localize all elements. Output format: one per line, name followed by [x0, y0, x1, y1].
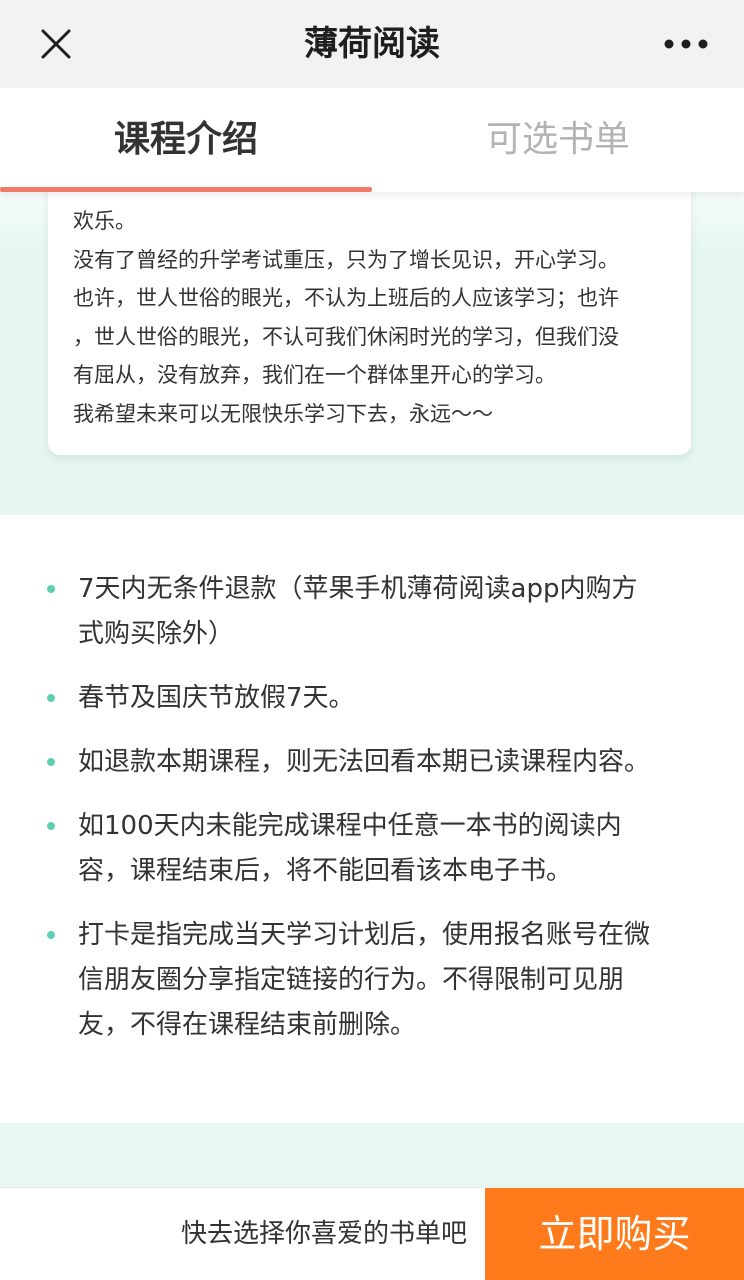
bullet-dot — [47, 931, 55, 939]
tab-course-intro[interactable]: 课程介绍 — [0, 88, 372, 192]
testimonial-line: 我希望未来可以无限快乐学习下去，永远～～ — [73, 401, 493, 426]
rule-line: 春节及国庆节放假7天。 — [78, 683, 355, 713]
bottom-action-bar: 快去选择你喜爱的书单吧 立即购买 — [0, 1187, 744, 1280]
more-button[interactable] — [656, 24, 716, 64]
bullet-dot — [47, 758, 55, 766]
testimonial-section: 欢乐。 没有了曾经的升学考试重压，只为了增长见识，开心学习。 也许，世人世俗的眼… — [0, 192, 744, 515]
buy-now-button[interactable]: 立即购买 — [485, 1188, 744, 1280]
list-item: 打卡是指完成当天学习计划后，使用报名账号在微 信朋友圈分享指定链接的行为。不得限… — [0, 913, 744, 1048]
book-list-hint[interactable]: 快去选择你喜爱的书单吧 — [0, 1188, 485, 1280]
testimonial-line: 欢乐。 — [73, 209, 136, 233]
list-item: 7天内无条件退款（苹果手机薄荷阅读app内购方 式购买除外） — [0, 567, 744, 657]
rule-line: 式购买除外） — [78, 619, 235, 649]
bullet-dot — [47, 694, 55, 702]
bullet-dot — [47, 822, 55, 830]
testimonial-card: 欢乐。 没有了曾经的升学考试重压，只为了增长见识，开心学习。 也许，世人世俗的眼… — [48, 192, 691, 455]
testimonial-line: 有屈从，没有放弃，我们在一个群体里开心的学习。 — [73, 363, 556, 387]
active-tab-indicator — [0, 187, 372, 192]
testimonial-line: 没有了曾经的升学考试重压，只为了增长见识，开心学习。 — [73, 247, 619, 272]
tab-book-list[interactable]: 可选书单 — [372, 88, 744, 192]
bullet-dot — [47, 585, 55, 593]
rule-line: 如100天内未能完成课程中任意一本书的阅读内 — [78, 811, 622, 841]
rule-line: 容，课程结束后，将不能回看该本电子书。 — [78, 856, 573, 886]
rule-line: 友，不得在课程结束前删除。 — [78, 1010, 417, 1040]
rule-line: 信朋友圈分享指定链接的行为。不得限制可见朋 — [78, 965, 625, 995]
rule-line: 如退款本期课程，则无法回看本期已读课程内容。 — [78, 747, 651, 777]
list-item: 春节及国庆节放假7天。 — [0, 676, 744, 721]
testimonial-line: 也许，世人世俗的眼光，不认为上班后的人应该学习；也许 — [73, 286, 619, 310]
rule-line: 7天内无条件退款（苹果手机薄荷阅读app内购方 — [78, 574, 638, 604]
page-title: 薄荷阅读 — [304, 24, 440, 64]
rule-line: 打卡是指完成当天学习计划后，使用报名账号在微 — [78, 920, 651, 950]
rules-list: 7天内无条件退款（苹果手机薄荷阅读app内购方 式购买除外） 春节及国庆节放假7… — [0, 515, 744, 1123]
list-item: 如100天内未能完成课程中任意一本书的阅读内 容，课程结束后，将不能回看该本电子… — [0, 804, 744, 894]
list-item: 如退款本期课程，则无法回看本期已读课程内容。 — [0, 740, 744, 785]
more-icon — [664, 39, 708, 49]
navbar: 薄荷阅读 — [0, 0, 744, 88]
bottom-strip — [0, 1123, 744, 1187]
tab-bar: 课程介绍 可选书单 — [0, 88, 744, 192]
testimonial-line: ，世人世俗的眼光，不认可我们休闲时光的学习，但我们没 — [73, 324, 619, 349]
